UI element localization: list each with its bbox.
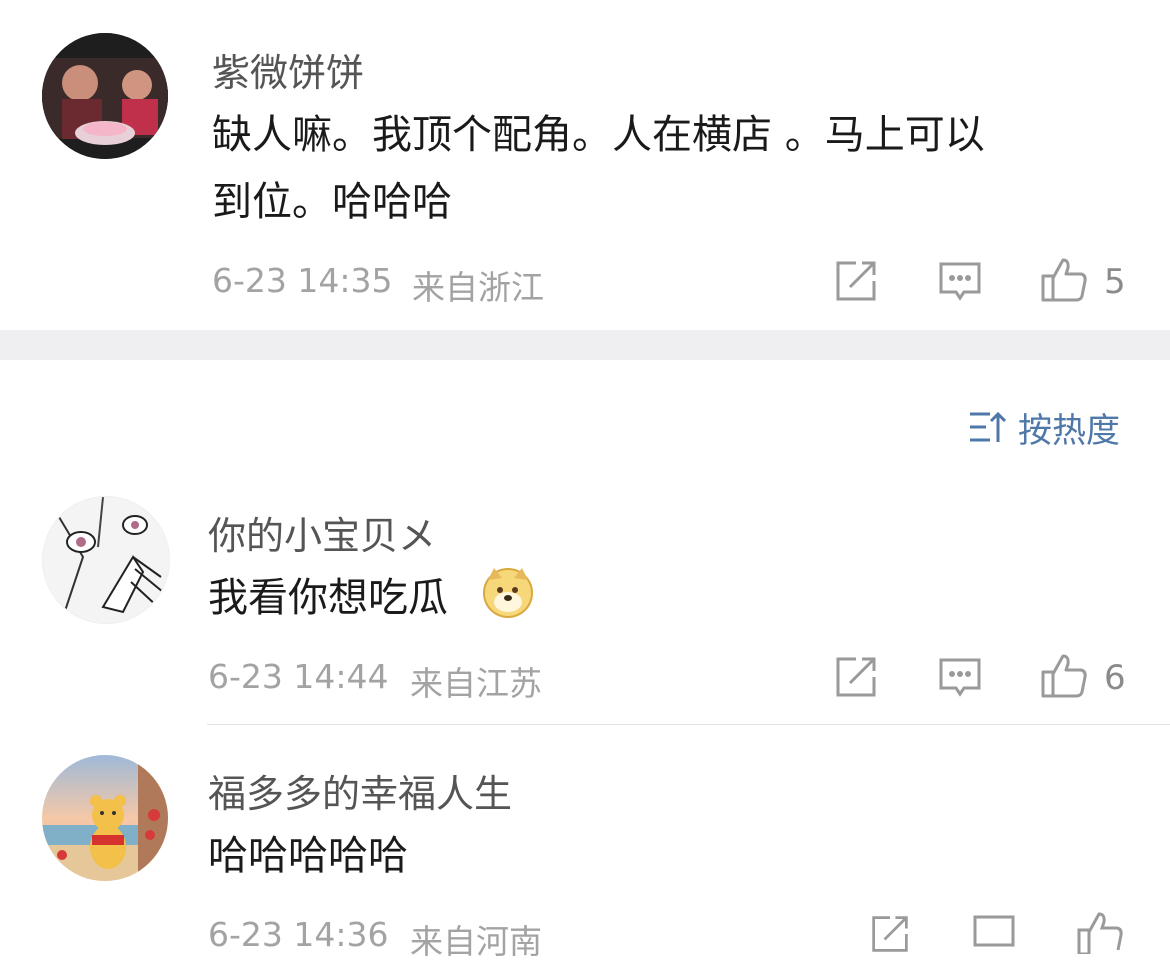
sort-label: 按热度 [1018, 410, 1120, 451]
comment-username[interactable]: 福多多的幸福人生 [208, 763, 512, 818]
sort-icon [970, 411, 1006, 442]
share-icon[interactable] [870, 914, 910, 954]
comment-icon[interactable] [938, 259, 982, 303]
comment-text-line: 哈哈哈哈哈 [208, 833, 408, 879]
comment-divider [207, 724, 1170, 725]
comment-location: 来自河南 [410, 922, 542, 961]
comment-icon[interactable] [938, 655, 982, 699]
comment-username[interactable]: 你的小宝贝メ [208, 505, 436, 560]
avatar[interactable] [42, 33, 168, 159]
avatar[interactable] [42, 755, 168, 881]
comment-date: 6-23 14:35 [212, 261, 393, 300]
share-icon[interactable] [834, 259, 878, 303]
doge-emoji [482, 566, 534, 618]
share-icon[interactable] [834, 655, 878, 699]
like-count: 5 [1104, 262, 1126, 302]
comment-icon[interactable] [972, 914, 1016, 954]
comment-location: 来自江苏 [410, 664, 542, 703]
like-count: 6 [1104, 658, 1126, 698]
comment-username[interactable]: 紫微饼饼 [212, 42, 364, 97]
comment-text-line: 我看你想吃瓜 [208, 575, 448, 621]
thumbs-up-icon[interactable] [1040, 652, 1088, 700]
comment-text-line: 到位。哈哈哈 [212, 179, 452, 225]
comment-location: 来自浙江 [412, 268, 544, 307]
section-separator [0, 330, 1170, 360]
sort-button[interactable]: 按热度 [968, 402, 1120, 452]
avatar[interactable] [42, 496, 170, 624]
thumbs-up-icon[interactable] [1076, 910, 1124, 956]
thumbs-up-icon[interactable] [1040, 256, 1088, 304]
comment-date: 6-23 14:36 [208, 915, 389, 954]
comment-date: 6-23 14:44 [208, 657, 389, 696]
comment-text-line: 缺人嘛。我顶个配角。人在横店 。马上可以 [212, 112, 985, 158]
